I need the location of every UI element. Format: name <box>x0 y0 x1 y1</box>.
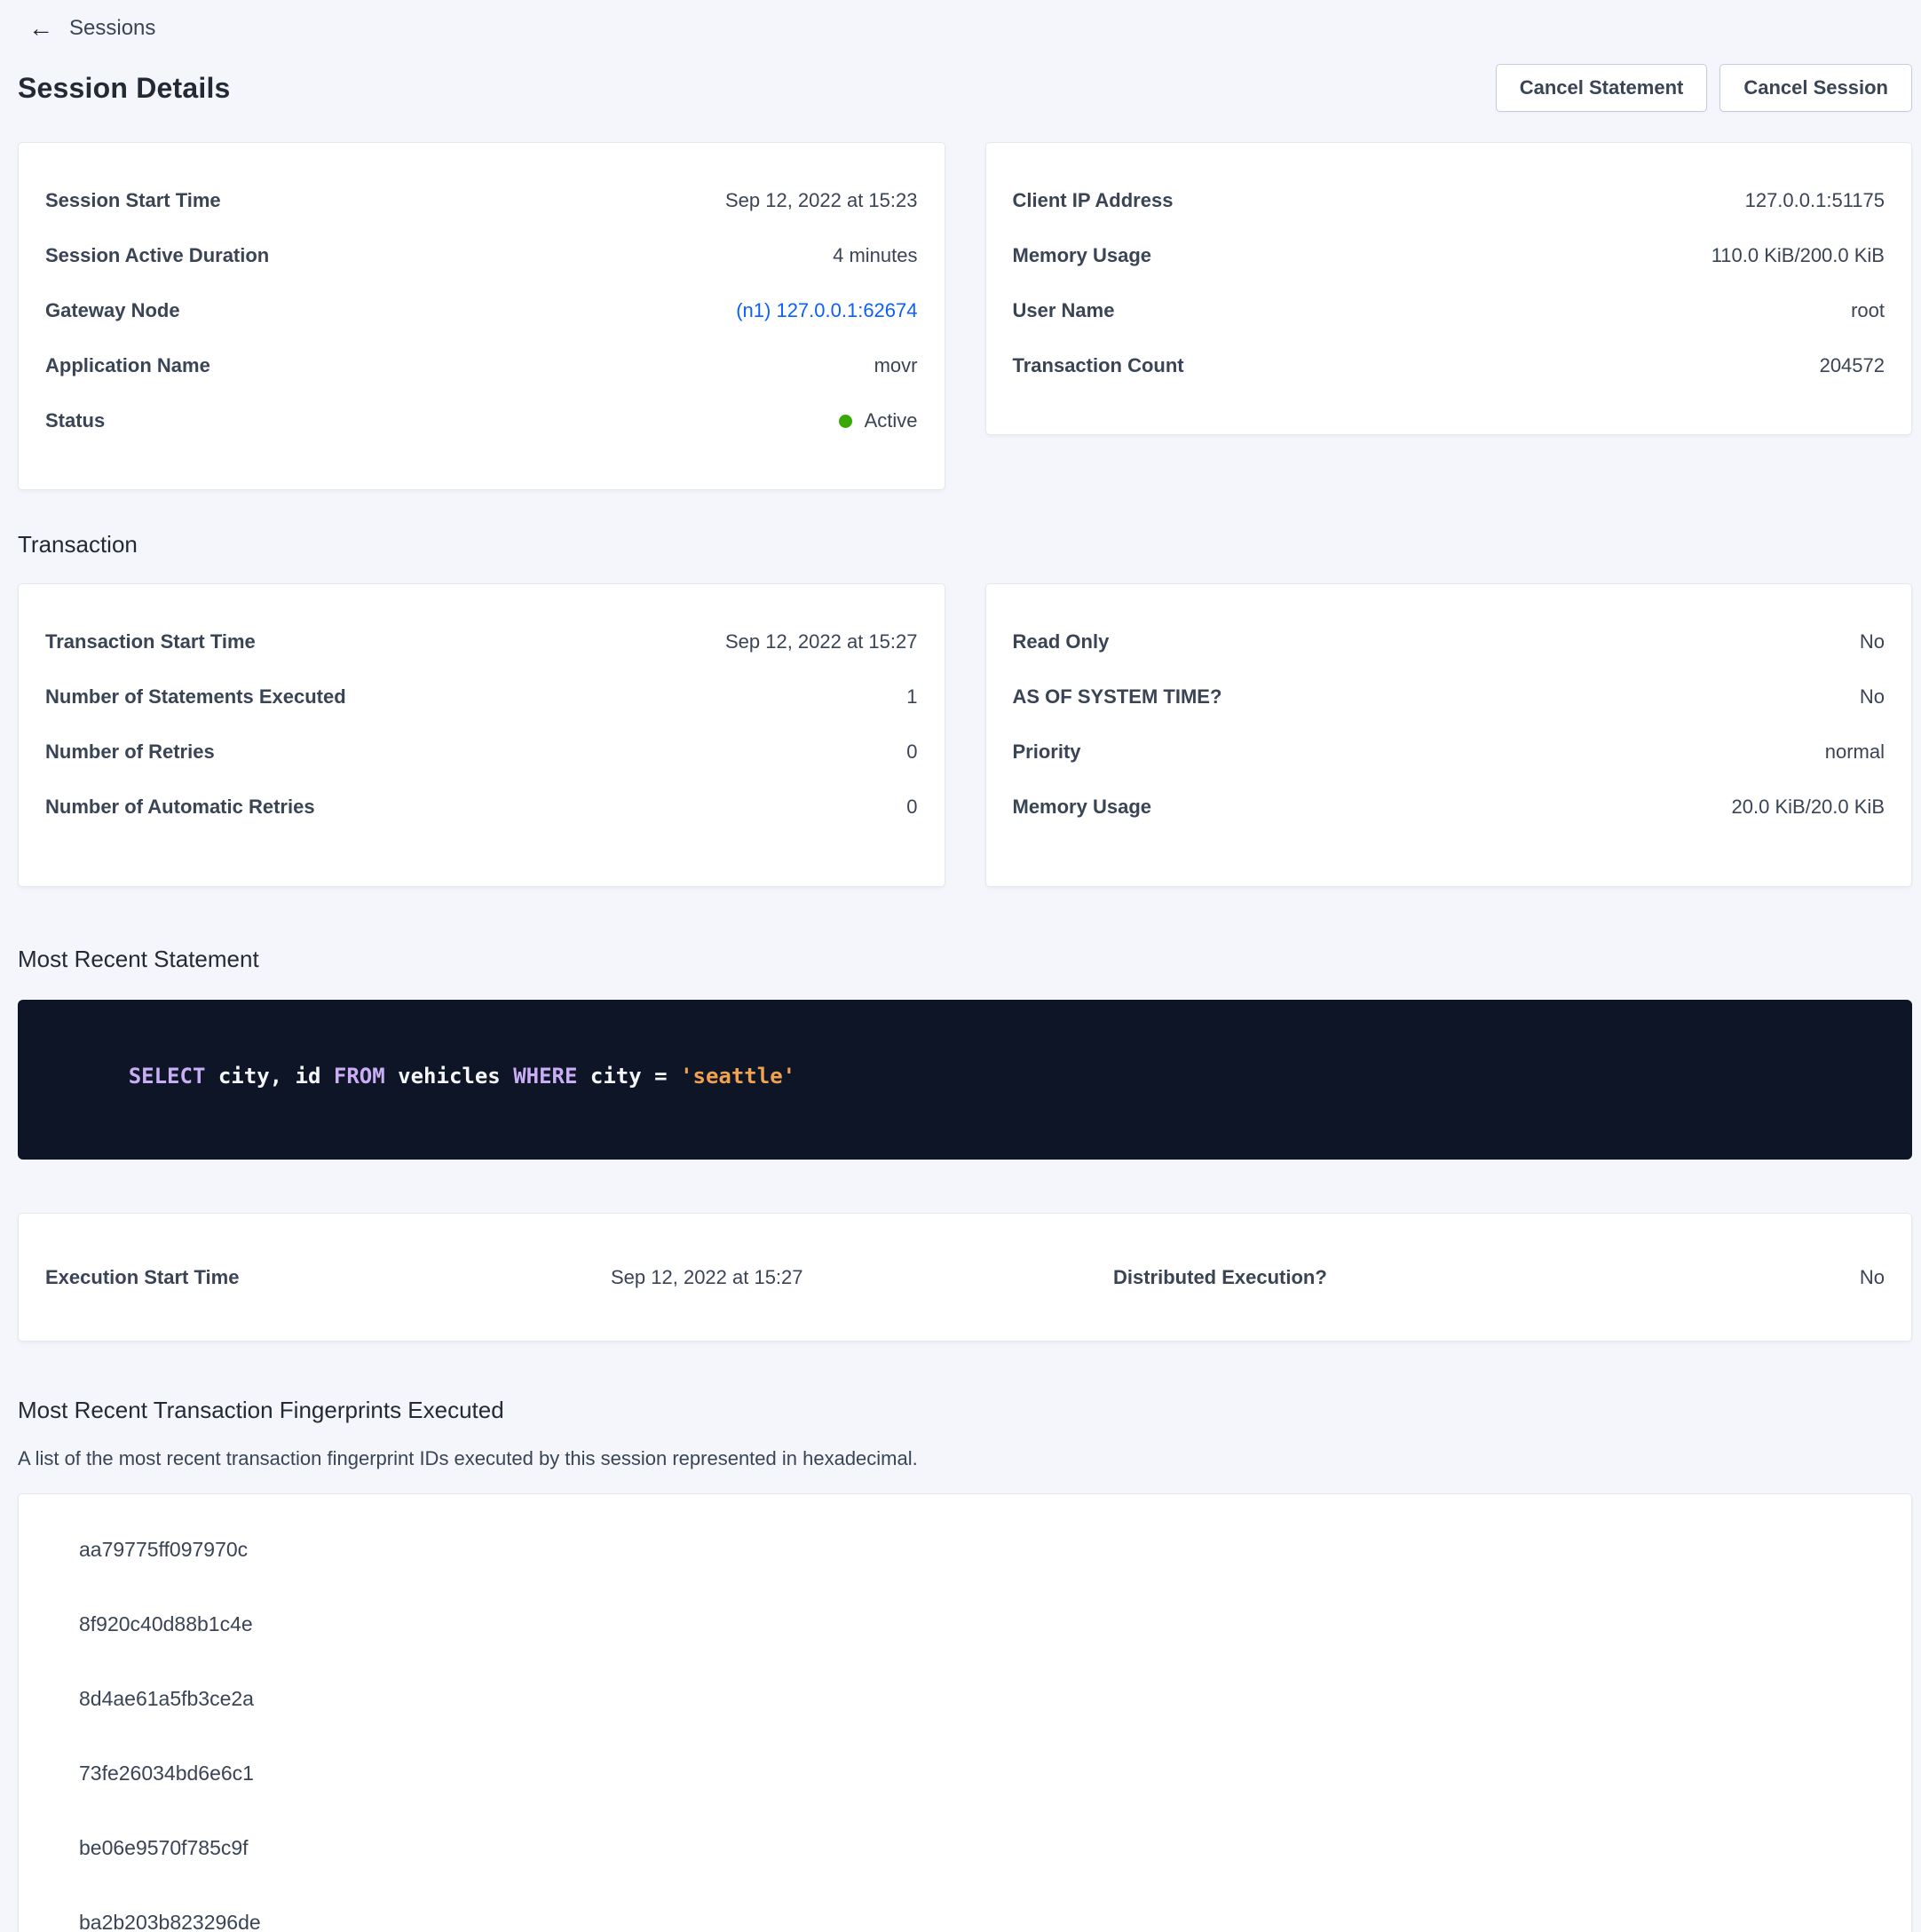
fingerprint-list-item: 8d4ae61a5fb3ce2a <box>79 1661 1885 1736</box>
transaction-cards: Transaction Start Time Sep 12, 2022 at 1… <box>18 583 1912 887</box>
transaction-count-label: Transaction Count <box>1013 354 1184 377</box>
sql-keyword-where: WHERE <box>513 1064 577 1089</box>
status-row: Status Active <box>45 393 918 448</box>
back-to-sessions-link[interactable]: ← Sessions <box>18 9 155 41</box>
fingerprint-list-item: 8f920c40d88b1c4e <box>79 1587 1885 1661</box>
sql-table: vehicles <box>385 1064 514 1089</box>
as-of-system-time-value: No <box>1860 685 1885 709</box>
sql-keyword-select: SELECT <box>129 1064 206 1089</box>
statements-executed-row: Number of Statements Executed 1 <box>45 669 918 724</box>
session-card-right: Client IP Address 127.0.0.1:51175 Memory… <box>985 142 1913 435</box>
client-ip-row: Client IP Address 127.0.0.1:51175 <box>1013 173 1885 228</box>
memory-usage-label: Memory Usage <box>1013 244 1152 267</box>
transaction-memory-usage-label: Memory Usage <box>1013 796 1152 819</box>
cancel-statement-button[interactable]: Cancel Statement <box>1496 64 1708 112</box>
transaction-memory-usage-row: Memory Usage 20.0 KiB/20.0 KiB <box>1013 780 1885 835</box>
as-of-system-time-label: AS OF SYSTEM TIME? <box>1013 685 1222 709</box>
automatic-retries-value: 0 <box>906 796 917 819</box>
fingerprint-list-item: 73fe26034bd6e6c1 <box>79 1736 1885 1810</box>
session-active-duration-label: Session Active Duration <box>45 244 269 267</box>
as-of-system-time-row: AS OF SYSTEM TIME? No <box>1013 669 1885 724</box>
sql-equals-operator: = <box>654 1064 680 1089</box>
user-name-row: User Name root <box>1013 283 1885 338</box>
memory-usage-value: 110.0 KiB/200.0 KiB <box>1712 244 1885 267</box>
user-name-label: User Name <box>1013 299 1115 322</box>
priority-value: normal <box>1825 740 1885 764</box>
application-name-value: movr <box>874 354 918 377</box>
fingerprint-list-item: be06e9570f785c9f <box>79 1810 1885 1885</box>
session-active-duration-value: 4 minutes <box>833 244 917 267</box>
client-ip-label: Client IP Address <box>1013 189 1174 212</box>
distributed-execution-value: No <box>1860 1266 1885 1289</box>
back-arrow-icon: ← <box>28 16 53 41</box>
fingerprint-list-item: aa79775ff097970c <box>79 1512 1885 1587</box>
read-only-row: Read Only No <box>1013 614 1885 669</box>
read-only-label: Read Only <box>1013 630 1110 653</box>
priority-label: Priority <box>1013 740 1081 764</box>
transaction-start-time-label: Transaction Start Time <box>45 630 256 653</box>
back-link-label: Sessions <box>69 16 155 41</box>
transaction-count-value: 204572 <box>1820 354 1885 377</box>
transaction-card-right: Read Only No AS OF SYSTEM TIME? No Prior… <box>985 583 1913 887</box>
fingerprints-section-heading: Most Recent Transaction Fingerprints Exe… <box>18 1397 1912 1424</box>
transaction-section-heading: Transaction <box>18 531 1912 558</box>
status-active-dot-icon <box>839 415 852 428</box>
session-active-duration-row: Session Active Duration 4 minutes <box>45 228 918 283</box>
statement-section-heading: Most Recent Statement <box>18 946 1912 973</box>
session-card-left: Session Start Time Sep 12, 2022 at 15:23… <box>18 142 945 490</box>
transaction-memory-usage-value: 20.0 KiB/20.0 KiB <box>1732 796 1885 819</box>
sql-lhs: city <box>577 1064 654 1089</box>
sql-columns: city, id <box>205 1064 334 1089</box>
execution-card: Execution Start Time Sep 12, 2022 at 15:… <box>18 1213 1912 1342</box>
user-name-value: root <box>1851 299 1885 322</box>
gateway-node-label: Gateway Node <box>45 299 180 322</box>
transaction-start-time-value: Sep 12, 2022 at 15:27 <box>725 630 918 653</box>
status-label: Status <box>45 409 105 432</box>
transaction-start-time-row: Transaction Start Time Sep 12, 2022 at 1… <box>45 614 918 669</box>
priority-row: Priority normal <box>1013 724 1885 780</box>
status-value: Active <box>865 409 918 432</box>
page-title: Session Details <box>18 72 231 105</box>
retries-value: 0 <box>906 740 917 764</box>
execution-start-time-value: Sep 12, 2022 at 15:27 <box>611 1266 1113 1289</box>
session-summary-cards: Session Start Time Sep 12, 2022 at 15:23… <box>18 142 1912 490</box>
memory-usage-row: Memory Usage 110.0 KiB/200.0 KiB <box>1013 228 1885 283</box>
statements-executed-label: Number of Statements Executed <box>45 685 346 709</box>
sql-statement-box: SELECT city, id FROM vehicles WHERE city… <box>18 1000 1912 1160</box>
session-start-time-label: Session Start Time <box>45 189 221 212</box>
session-details-page: ← Sessions Session Details Cancel Statem… <box>0 0 1921 1932</box>
transaction-card-left: Transaction Start Time Sep 12, 2022 at 1… <box>18 583 945 887</box>
gateway-node-link[interactable]: (n1) 127.0.0.1:62674 <box>736 299 917 322</box>
fingerprints-description: A list of the most recent transaction fi… <box>18 1447 1912 1470</box>
statements-executed-value: 1 <box>906 685 917 709</box>
sql-keyword-from: FROM <box>334 1064 385 1089</box>
fingerprint-list-item: ba2b203b823296de <box>79 1885 1885 1932</box>
client-ip-value: 127.0.0.1:51175 <box>1745 189 1885 212</box>
application-name-label: Application Name <box>45 354 210 377</box>
session-start-time-row: Session Start Time Sep 12, 2022 at 15:23 <box>45 173 918 228</box>
sql-statement: SELECT city, id FROM vehicles WHERE city… <box>51 1039 1878 1113</box>
status-badge: Active <box>839 409 918 432</box>
gateway-node-row: Gateway Node (n1) 127.0.0.1:62674 <box>45 283 918 338</box>
cancel-session-button[interactable]: Cancel Session <box>1719 64 1912 112</box>
retries-row: Number of Retries 0 <box>45 724 918 780</box>
action-buttons: Cancel Statement Cancel Session <box>1496 64 1912 112</box>
distributed-execution-label: Distributed Execution? <box>1113 1266 1860 1289</box>
automatic-retries-row: Number of Automatic Retries 0 <box>45 780 918 835</box>
title-row: Session Details Cancel Statement Cancel … <box>18 64 1912 112</box>
transaction-count-row: Transaction Count 204572 <box>1013 338 1885 393</box>
sql-string-literal: 'seattle' <box>680 1064 795 1089</box>
application-name-row: Application Name movr <box>45 338 918 393</box>
automatic-retries-label: Number of Automatic Retries <box>45 796 315 819</box>
session-start-time-value: Sep 12, 2022 at 15:23 <box>725 189 918 212</box>
read-only-value: No <box>1860 630 1885 653</box>
retries-label: Number of Retries <box>45 740 215 764</box>
fingerprints-card: aa79775ff097970c 8f920c40d88b1c4e 8d4ae6… <box>18 1493 1912 1932</box>
execution-start-time-label: Execution Start Time <box>45 1266 611 1289</box>
